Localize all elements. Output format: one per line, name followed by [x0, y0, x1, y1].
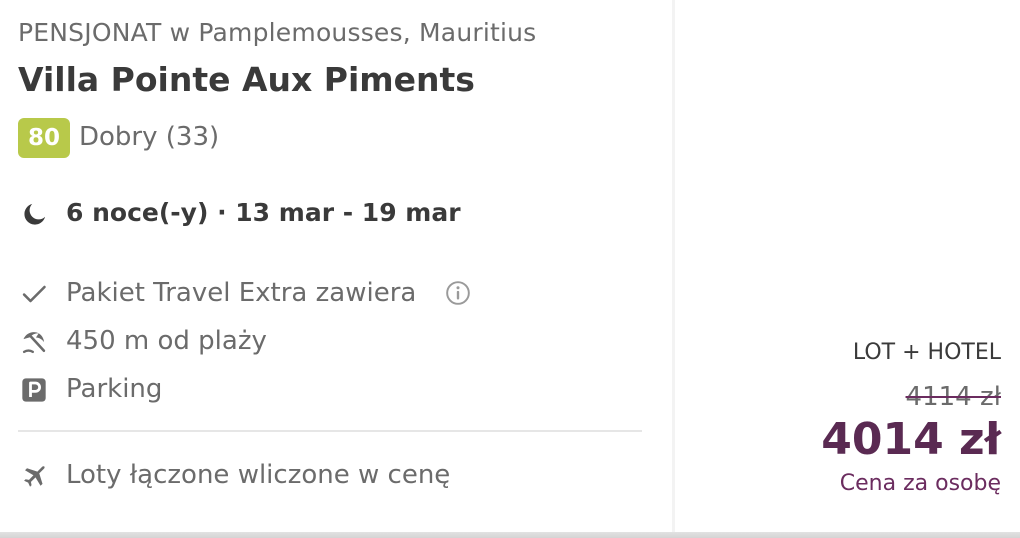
package-type-label: LOT + HOTEL [852, 340, 1001, 365]
stay-dates: 6 noce(-y) · 13 mar - 19 mar [66, 198, 461, 227]
offer-card[interactable]: PENSJONAT w Pamplemousses, Mauritius Vil… [0, 0, 1020, 538]
plane-icon [24, 466, 45, 487]
feature-parking: Parking [20, 372, 660, 408]
feature-travel-extra: Pakiet Travel Extra zawiera [20, 276, 660, 312]
feature-beach-distance: 450 m od plaży [20, 324, 660, 360]
price-per-person-label: Cena za osobę [839, 471, 1001, 496]
parking-icon [22, 378, 46, 402]
offer-details: PENSJONAT w Pamplemousses, Mauritius Vil… [0, 0, 672, 532]
hotel-name[interactable]: Villa Pointe Aux Piments [18, 60, 475, 99]
flights-included: Loty łączone wliczone w cenę [20, 458, 660, 494]
stay-duration: 6 noce(-y) · 13 mar - 19 mar [20, 197, 461, 233]
current-price[interactable]: 4014 zł [821, 414, 1001, 465]
rating-label[interactable]: Dobry (33) [79, 122, 219, 152]
check-icon [22, 285, 46, 303]
card-bottom-edge [0, 532, 1020, 538]
section-divider [18, 430, 642, 432]
beach-umbrella-icon [22, 332, 46, 354]
feature-label: Parking [66, 374, 163, 404]
moon-icon [24, 203, 46, 225]
feature-label: Pakiet Travel Extra zawiera [66, 278, 417, 308]
flights-label: Loty łączone wliczone w cenę [66, 460, 451, 490]
price-panel[interactable]: LOT + HOTEL 4114 zł 4014 zł Cena za osob… [675, 0, 1020, 532]
info-icon[interactable] [445, 280, 471, 306]
feature-label: 450 m od plaży [66, 326, 267, 356]
old-price: 4114 zł [905, 382, 1001, 412]
accommodation-type-location: PENSJONAT w Pamplemousses, Mauritius [18, 18, 537, 47]
rating-score-badge: 80 [18, 118, 70, 158]
